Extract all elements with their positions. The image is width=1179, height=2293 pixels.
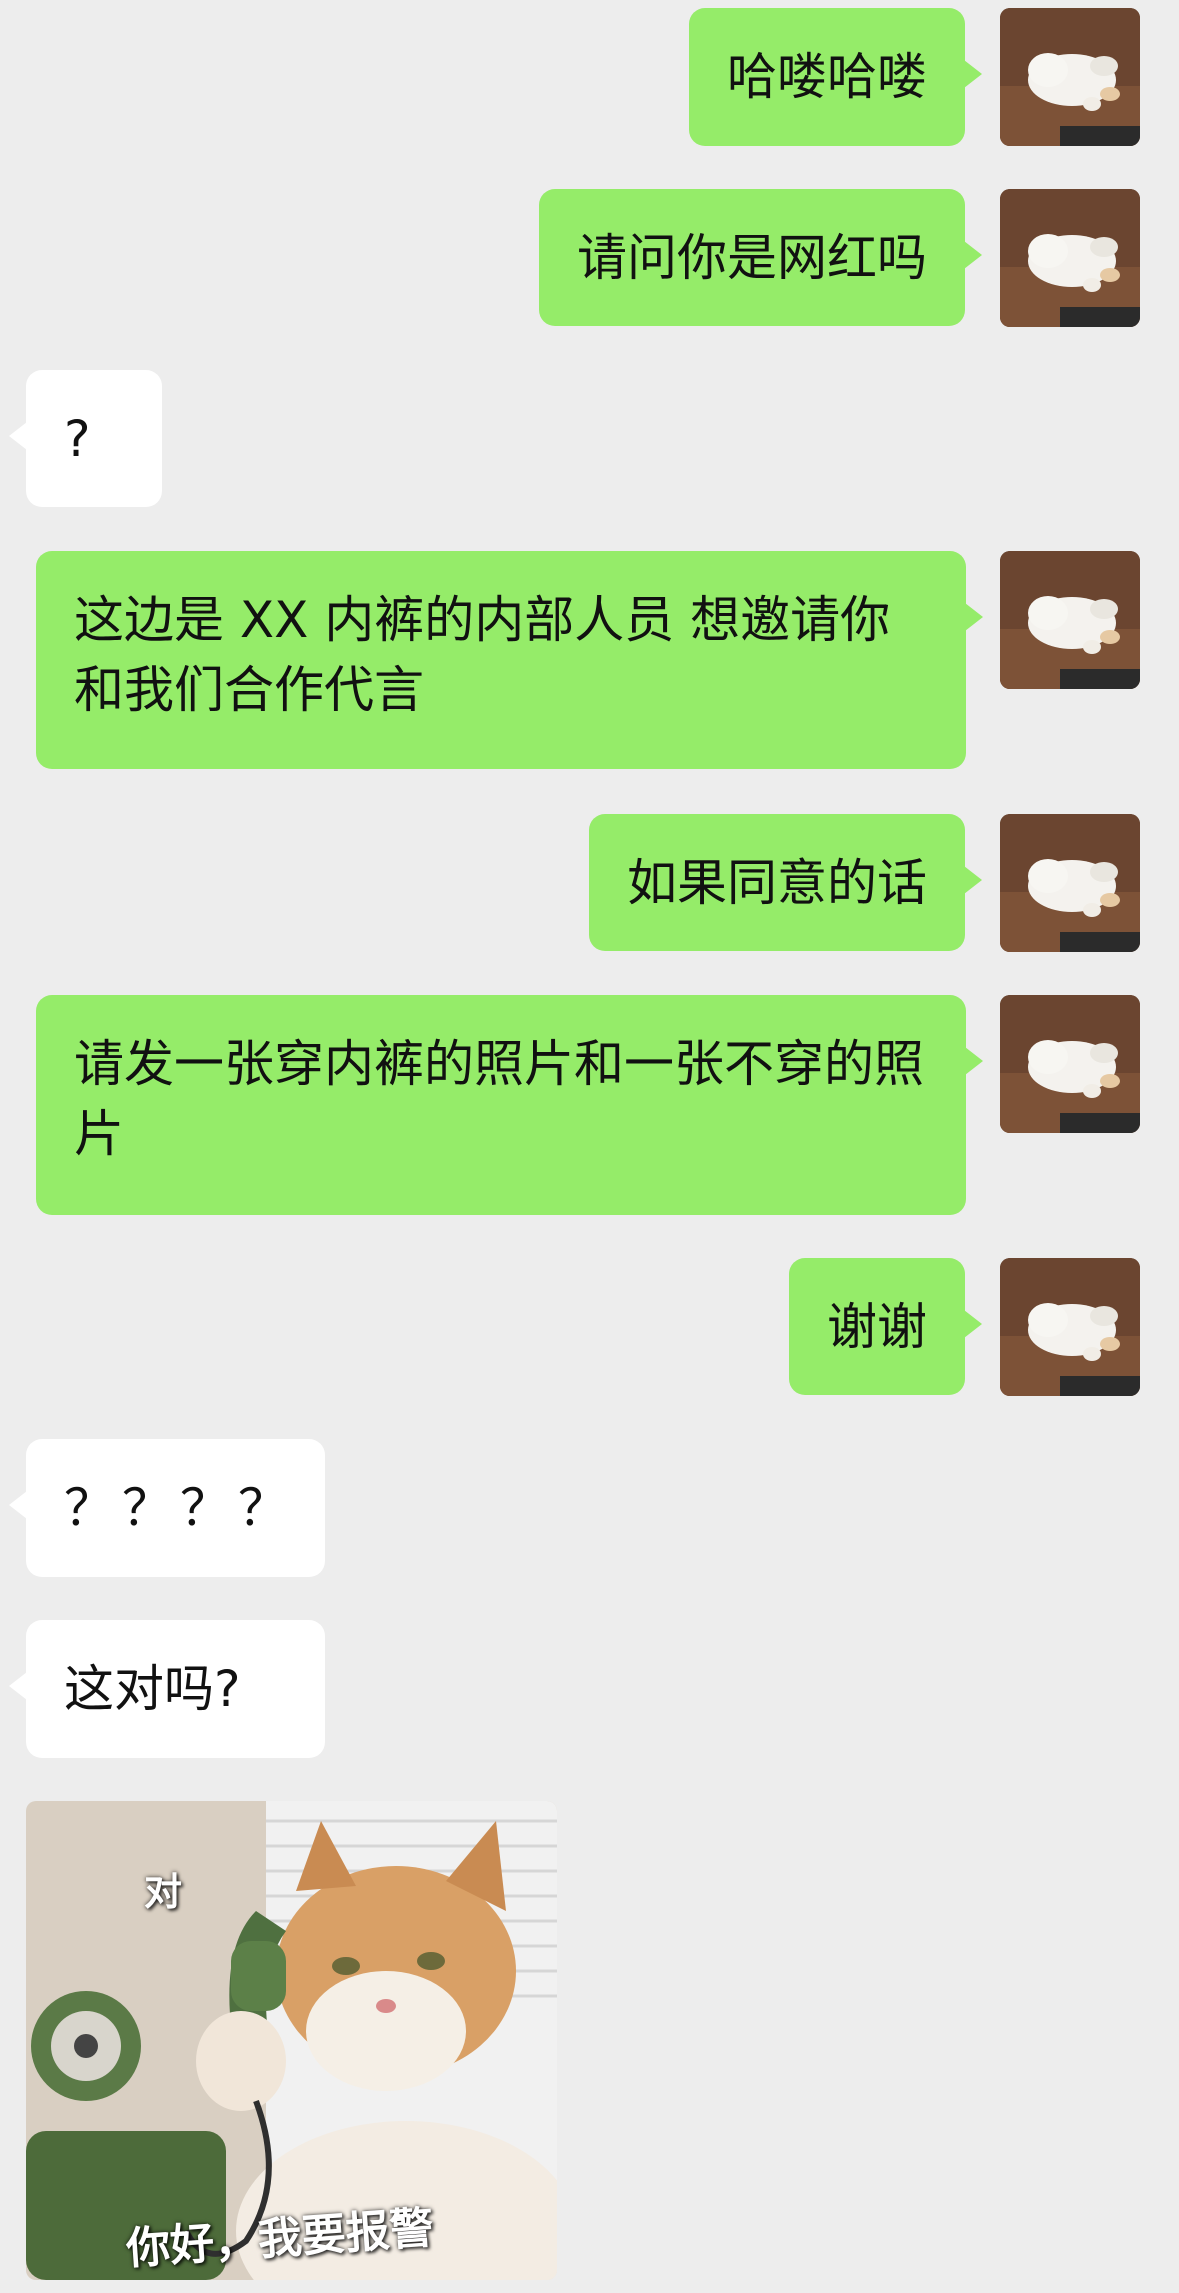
message-bubble-outgoing[interactable]: 哈喽哈喽 — [689, 8, 982, 146]
sleeping-cat-icon — [1000, 995, 1140, 1133]
sticker-top-caption: 对 — [144, 1870, 183, 1914]
sleeping-cat-icon — [1000, 551, 1140, 689]
sleeping-cat-icon — [1000, 8, 1140, 146]
my-avatar[interactable] — [1000, 814, 1140, 952]
my-avatar[interactable] — [1000, 1258, 1140, 1396]
message-bubble-outgoing[interactable]: 请问你是网红吗 — [539, 189, 982, 326]
message-bubble-incoming[interactable]: ？？？？ — [9, 1439, 325, 1577]
cat-phone-sticker[interactable]: 对 你好，我要报警 — [26, 1801, 557, 2280]
sleeping-cat-icon — [1000, 814, 1140, 952]
message-bubble-outgoing[interactable]: 谢谢 — [789, 1258, 982, 1395]
my-avatar[interactable] — [1000, 551, 1140, 689]
message-bubble-incoming[interactable]: ? — [9, 370, 162, 507]
my-avatar[interactable] — [1000, 995, 1140, 1133]
sleeping-cat-icon — [1000, 189, 1140, 327]
my-avatar[interactable] — [1000, 8, 1140, 146]
sleeping-cat-icon — [1000, 1258, 1140, 1396]
message-bubble-outgoing[interactable]: 请发一张穿内裤的照片和一张不穿的照片 — [36, 995, 983, 1215]
message-bubble-outgoing[interactable]: 如果同意的话 — [589, 814, 982, 951]
my-avatar[interactable] — [1000, 189, 1140, 327]
message-bubble-outgoing[interactable]: 这边是 XX 内裤的内部人员 想邀请你和我们合作代言 — [36, 551, 983, 769]
message-bubble-incoming[interactable]: 这对吗? — [9, 1620, 325, 1758]
